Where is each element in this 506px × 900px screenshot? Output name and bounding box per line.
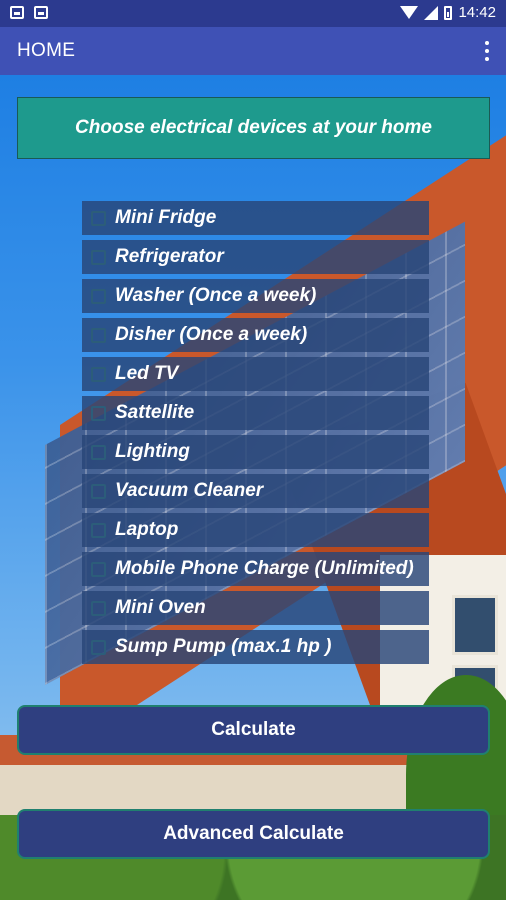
device-item-disher[interactable]: Disher (Once a week) <box>82 318 429 352</box>
checkbox[interactable] <box>91 405 106 421</box>
instruction-header: Choose electrical devices at your home <box>17 97 490 159</box>
device-label: Led TV <box>115 363 179 384</box>
overflow-menu-icon[interactable] <box>484 41 490 61</box>
device-item-vacuum-cleaner[interactable]: Vacuum Cleaner <box>82 474 429 508</box>
checkbox[interactable] <box>91 210 106 226</box>
checkbox[interactable] <box>91 639 106 655</box>
battery-icon <box>444 5 453 20</box>
calculate-button[interactable]: Calculate <box>17 705 490 755</box>
device-label: Sump Pump (max.1 hp ) <box>115 636 332 657</box>
checkbox[interactable] <box>91 249 106 265</box>
checkbox[interactable] <box>91 600 106 616</box>
app-bar: HOME <box>0 27 506 75</box>
device-item-lighting[interactable]: Lighting <box>82 435 429 469</box>
status-time: 14:42 <box>458 4 496 21</box>
advanced-calculate-button-label: Advanced Calculate <box>163 823 344 844</box>
signal-icon <box>424 5 439 20</box>
device-label: Disher (Once a week) <box>115 324 308 345</box>
device-item-laptop[interactable]: Laptop <box>82 513 429 547</box>
device-item-sump-pump[interactable]: Sump Pump (max.1 hp ) <box>82 630 429 664</box>
device-label: Mini Fridge <box>115 207 217 228</box>
device-item-sattellite[interactable]: Sattellite <box>82 396 429 430</box>
notification-icon <box>34 6 48 19</box>
device-label: Vacuum Cleaner <box>115 480 264 501</box>
checkbox[interactable] <box>91 288 106 304</box>
status-bar: 14:42 <box>0 0 506 27</box>
device-label: Mobile Phone Charge (Unlimited) <box>115 558 414 579</box>
app-bar-title: HOME <box>17 40 76 61</box>
status-right: 14:42 <box>400 4 496 21</box>
device-item-refrigerator[interactable]: Refrigerator <box>82 240 429 274</box>
status-left-icons <box>10 6 48 19</box>
checkbox[interactable] <box>91 522 106 538</box>
checkbox[interactable] <box>91 327 106 343</box>
instruction-text: Choose electrical devices at your home <box>75 117 432 138</box>
device-label: Mini Oven <box>115 597 206 618</box>
advanced-calculate-button[interactable]: Advanced Calculate <box>17 809 490 859</box>
calculate-button-label: Calculate <box>211 719 296 740</box>
device-label: Washer (Once a week) <box>115 285 317 306</box>
checkbox[interactable] <box>91 483 106 499</box>
device-label: Refrigerator <box>115 246 224 267</box>
checkbox[interactable] <box>91 444 106 460</box>
device-item-washer[interactable]: Washer (Once a week) <box>82 279 429 313</box>
device-label: Sattellite <box>115 402 195 423</box>
window-shape <box>452 595 498 655</box>
device-label: Laptop <box>115 519 179 540</box>
device-item-mini-fridge[interactable]: Mini Fridge <box>82 201 429 235</box>
device-item-mobile-phone-charge[interactable]: Mobile Phone Charge (Unlimited) <box>82 552 429 586</box>
image-icon <box>10 6 24 19</box>
device-item-mini-oven[interactable]: Mini Oven <box>82 591 429 625</box>
device-list: Mini Fridge Refrigerator Washer (Once a … <box>82 201 429 669</box>
wifi-icon <box>400 6 419 19</box>
device-item-led-tv[interactable]: Led TV <box>82 357 429 391</box>
checkbox[interactable] <box>91 366 106 382</box>
device-label: Lighting <box>115 441 190 462</box>
checkbox[interactable] <box>91 561 106 577</box>
